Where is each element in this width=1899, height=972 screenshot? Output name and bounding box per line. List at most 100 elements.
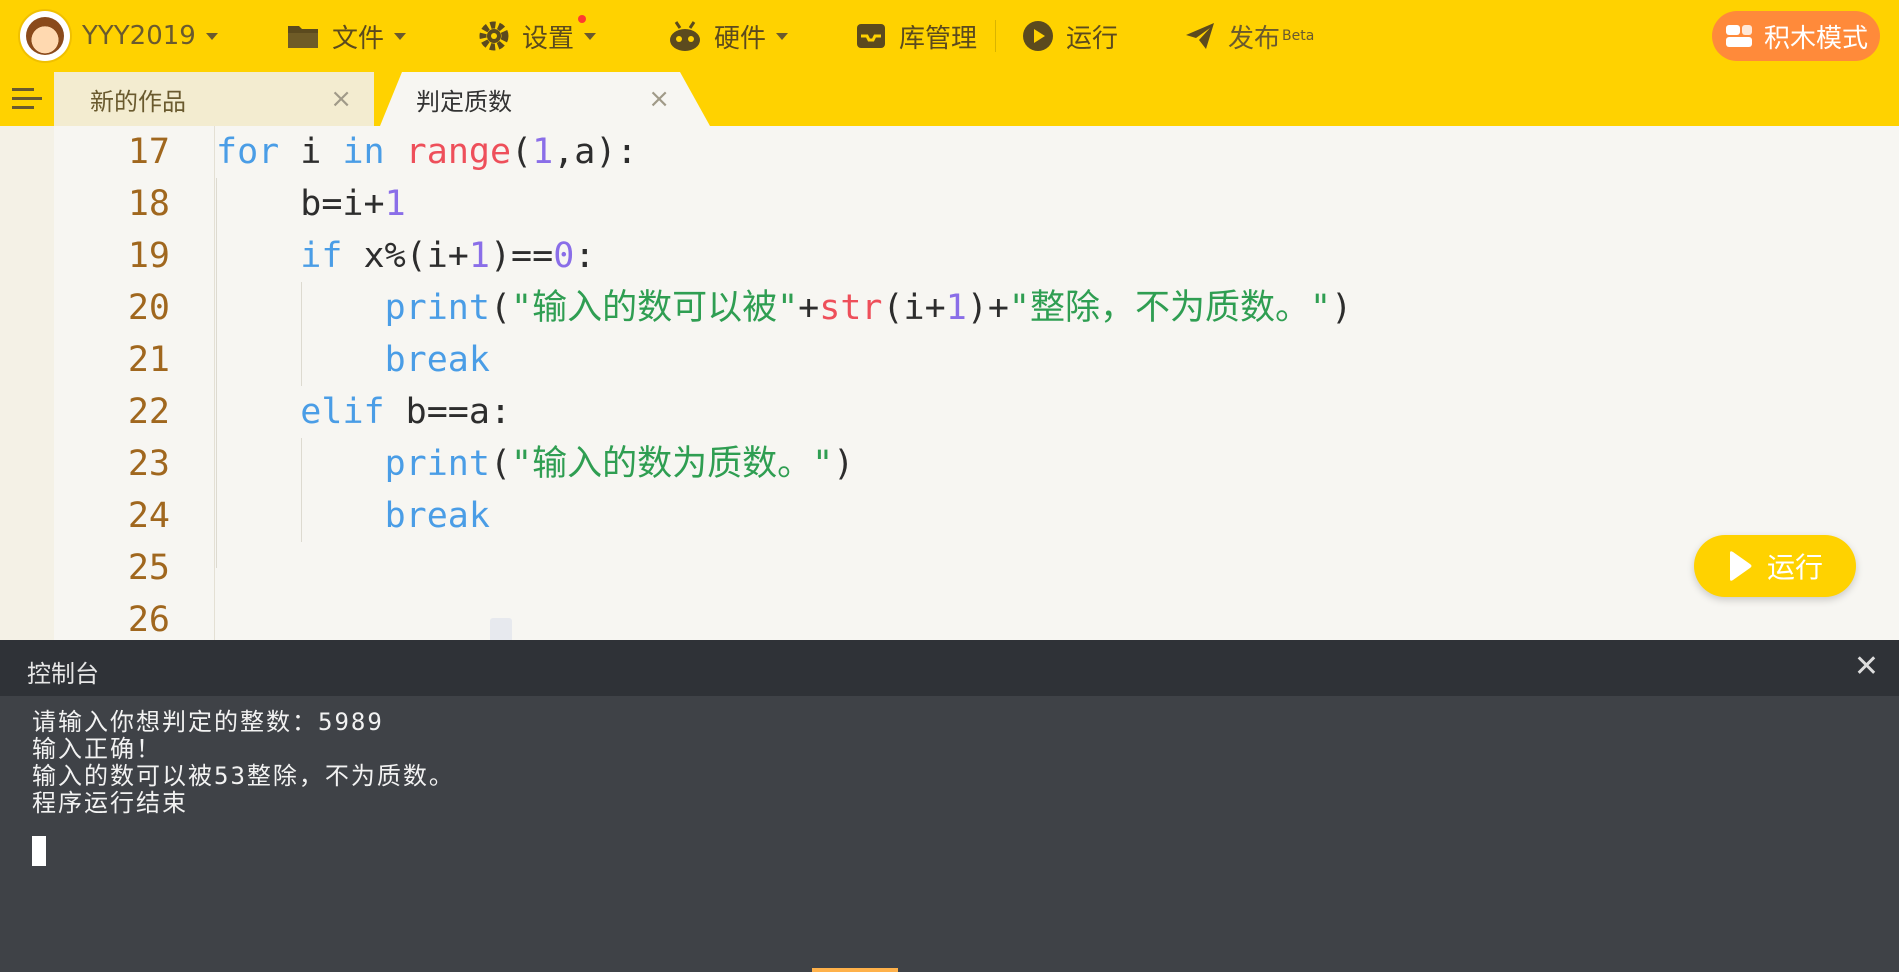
code-token: for — [216, 132, 280, 172]
user-menu[interactable]: YYY2019 — [20, 0, 218, 72]
code-line: 26 — [0, 594, 1899, 640]
line-number: 18 — [127, 184, 170, 224]
tab-prime-check[interactable]: 判定质数 × — [380, 72, 710, 126]
code-token: 1 — [532, 132, 554, 172]
close-icon[interactable]: × — [648, 86, 670, 112]
console-output[interactable]: 请输入你想判定的整数：5989 输入正确！ 输入的数可以被53整除，不为质数。 程序运… — [0, 696, 1899, 972]
code-token: 1 — [945, 288, 967, 328]
code-token: ) — [1331, 288, 1353, 328]
close-icon[interactable]: ✕ — [1854, 652, 1879, 682]
code-token: + — [798, 288, 820, 328]
code-text: print("输入的数为质数。") — [216, 438, 855, 490]
line-number: 17 — [127, 132, 170, 172]
code-line: 25 — [0, 542, 1899, 594]
line-number: 23 — [127, 444, 170, 484]
tab-new-work[interactable]: 新的作品 × — [54, 72, 374, 126]
inbox-icon — [857, 24, 885, 48]
code-token: ( — [489, 444, 512, 484]
code-token: "输入的数可以被" — [511, 288, 799, 328]
line-number: 19 — [127, 236, 170, 276]
code-line: 24 break — [0, 490, 1899, 542]
chevron-down-icon — [776, 32, 789, 40]
line-number: 25 — [127, 548, 170, 588]
code-token: print — [384, 444, 490, 484]
code-token: "输入的数为质数。" — [511, 444, 834, 484]
menu-library[interactable]: 库管理 — [855, 0, 977, 72]
code-token: b==a: — [384, 392, 512, 432]
code-token: )== — [489, 236, 554, 276]
play-circle-icon — [1023, 21, 1053, 51]
code-text: elif b==a: — [216, 386, 511, 438]
code-text: break — [216, 334, 490, 386]
code-token: 0 — [553, 236, 575, 276]
code-line: 22 elif b==a: — [0, 386, 1899, 438]
code-token: range — [405, 132, 512, 172]
line-number: 20 — [127, 288, 170, 328]
line-number: 22 — [127, 392, 170, 432]
beta-label: Beta — [1282, 28, 1315, 44]
code-text: for i in range(1,a): — [216, 126, 637, 178]
code-token: )+ — [966, 288, 1009, 328]
code-text: break — [216, 490, 490, 542]
scroll-indicator — [812, 968, 898, 972]
blocks-icon — [1725, 25, 1752, 47]
top-toolbar: YYY2019 文件 设置 硬件 库管理 运行 发布 Beta 积木模式 — [0, 0, 1899, 72]
avatar-icon — [20, 11, 70, 61]
code-text: print("输入的数可以被"+str(i+1)+"整除，不为质数。") — [216, 282, 1353, 334]
paper-plane-icon — [1186, 23, 1214, 49]
robot-icon — [670, 21, 700, 51]
code-token: (i+ — [882, 288, 946, 328]
code-token: ) — [833, 444, 855, 484]
code-line: 20 print("输入的数可以被"+str(i+1)+"整除，不为质数。") — [0, 282, 1899, 334]
code-token: if — [300, 236, 343, 276]
code-token: i — [279, 132, 343, 172]
menu-settings[interactable]: 设置 — [478, 0, 597, 72]
code-text: b=i+1 — [216, 178, 406, 230]
menu-icon — [12, 88, 42, 109]
code-token: in — [342, 132, 385, 172]
code-token: 1 — [384, 184, 406, 224]
code-token: : — [574, 236, 596, 276]
gear-icon — [479, 21, 509, 51]
notification-dot — [578, 15, 586, 23]
code-token: ,a): — [553, 132, 638, 172]
console-title: 控制台 — [27, 660, 99, 688]
code-token: 1 — [468, 236, 490, 276]
play-icon — [1729, 551, 1752, 581]
code-text: if x%(i+1)==0: — [216, 230, 595, 282]
code-token: ( — [489, 288, 512, 328]
blocks-mode-button[interactable]: 积木模式 — [1712, 11, 1880, 61]
line-number: 24 — [127, 496, 170, 536]
chevron-down-icon — [394, 32, 407, 40]
menu-hardware[interactable]: 硬件 — [668, 0, 789, 72]
sidebar-toggle-button[interactable] — [0, 72, 54, 126]
close-icon[interactable]: × — [330, 86, 352, 112]
code-token: "整除，不为质数。" — [1008, 288, 1332, 328]
code-line: 19 if x%(i+1)==0: — [0, 230, 1899, 282]
run-button[interactable]: 运行 — [1694, 535, 1856, 597]
toolbar-divider — [995, 20, 996, 52]
code-line: 17 for i in range(1,a): — [0, 126, 1899, 178]
menu-run[interactable]: 运行 — [1022, 0, 1118, 72]
line-number: 26 — [127, 600, 170, 640]
chevron-down-icon — [205, 32, 218, 40]
menu-file[interactable]: 文件 — [286, 0, 407, 72]
code-editor[interactable]: 17 for i in range(1,a): 18 b=i+1 19 if x%(i… — [0, 126, 1899, 640]
user-name: YYY2019 — [82, 21, 196, 51]
code-line: 23 print("输入的数为质数。") — [0, 438, 1899, 490]
code-token: break — [384, 496, 490, 536]
code-token: b=i+ — [216, 184, 385, 224]
chevron-down-icon — [584, 32, 597, 40]
code-token: print — [384, 288, 490, 328]
bottom-strip — [0, 968, 1899, 972]
folder-icon — [288, 26, 318, 48]
menu-publish[interactable]: 发布 Beta — [1184, 0, 1314, 72]
line-number: 21 — [127, 340, 170, 380]
code-token: str — [819, 288, 883, 328]
